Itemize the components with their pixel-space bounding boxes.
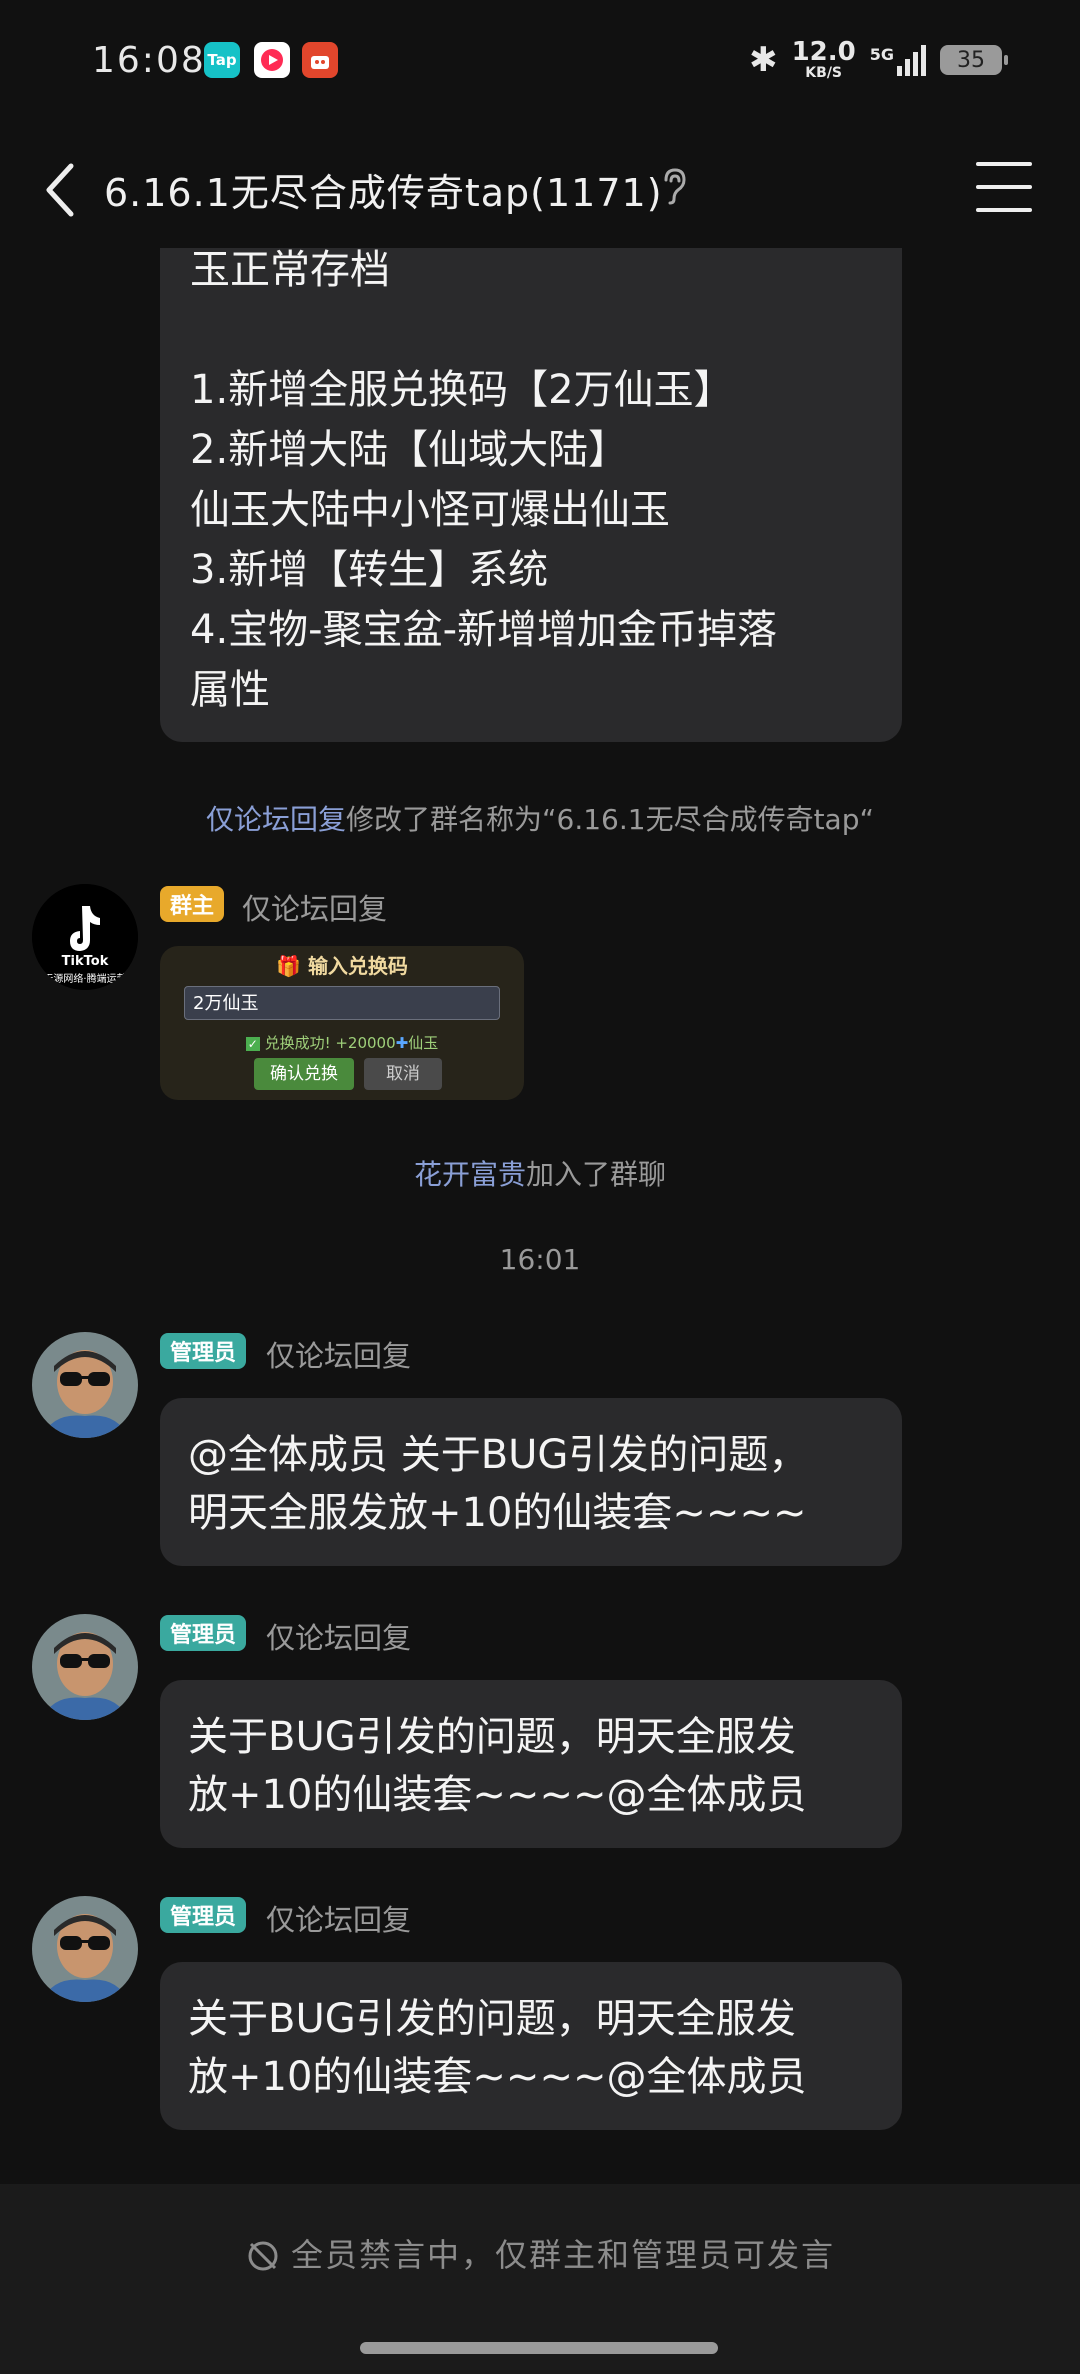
avatar-brand: TikTok — [61, 954, 109, 969]
mute-icon — [248, 2241, 278, 2271]
message-line: 放+10的仙装套~~~~@全体成员 — [188, 1772, 807, 1818]
system-message-name[interactable]: 仅论坛回复 — [206, 803, 346, 836]
chevron-left-icon — [46, 163, 74, 217]
sender-name[interactable]: 仅论坛回复 — [266, 1615, 411, 1657]
video-app-icon — [254, 42, 290, 78]
redeem-success-unit: 仙玉 — [408, 1034, 439, 1052]
admin-badge: 管理员 — [160, 1333, 247, 1369]
message-timestamp: 16:01 — [499, 1243, 581, 1276]
redeem-success-text: ✓ 兑换成功! +20000✚仙玉 — [160, 1032, 524, 1053]
redeem-success-value: 兑换成功! +20000 — [264, 1034, 396, 1052]
user-avatar-icon — [32, 1614, 138, 1720]
user-avatar-icon — [32, 1896, 138, 2002]
message-line: 仙玉大陆中小怪可爆出仙玉 — [190, 487, 670, 533]
redeem-cancel-button: 取消 — [364, 1058, 442, 1090]
menu-line — [976, 185, 1032, 189]
redeem-title: 🎁 输入兑换码 — [160, 950, 524, 979]
menu-line — [976, 208, 1032, 212]
message-bubble[interactable]: 关于BUG引发的问题，明天全服发 放+10的仙装套~~~~@全体成员 — [160, 1962, 902, 2130]
message-line: 属性 — [190, 667, 270, 713]
taptap-icon: Tap — [204, 42, 240, 78]
battery-icon: 35 — [940, 45, 1008, 75]
message-bubble[interactable]: 关于BUG引发的问题，明天全服发 放+10的仙装套~~~~@全体成员 — [160, 1680, 902, 1848]
system-message-join: 花开富贵加入了群聊 — [0, 1153, 1080, 1193]
avatar[interactable] — [32, 1614, 138, 1720]
back-button[interactable] — [30, 150, 90, 230]
message-bubble-update-notes[interactable]: 玉正常存档 1.新增全服兑换码【2万仙玉】 2.新增大陆【仙域大陆】 仙玉大陆中… — [160, 247, 902, 742]
system-message-text: 修改了群名称为“6.16.1无尽合成传奇tap“ — [346, 803, 874, 836]
system-message-name[interactable]: 花开富贵 — [414, 1158, 526, 1191]
sender-name[interactable]: 仅论坛回复 — [266, 1333, 411, 1375]
avatar[interactable]: TikTok 天源网络·腾端运营 — [32, 884, 138, 990]
avatar[interactable] — [32, 1896, 138, 2002]
status-indicators: ✱ 12.0 KB/S 5G 35 — [749, 38, 1008, 82]
sender-name[interactable]: 仅论坛回复 — [242, 886, 387, 928]
group-title[interactable]: 6.16.1无尽合成传奇tap(1171) — [104, 162, 663, 217]
redeem-code-input: 2万仙玉 — [184, 986, 500, 1020]
message-line: 4.宝物-聚宝盆-新增增加金币掉落 — [190, 607, 778, 653]
message-line: 关于BUG引发的问题，明天全服发 — [188, 1714, 796, 1760]
avatar-caption: 天源网络·腾端运营 — [43, 974, 127, 985]
menu-line — [976, 162, 1032, 166]
owner-badge: 群主 — [160, 886, 225, 922]
net-speed-value: 12.0 — [791, 37, 856, 67]
message-bubble[interactable]: @全体成员 关于BUG引发的问题， 明天全服发放+10的仙装套~~~~ — [160, 1398, 902, 1566]
menu-button[interactable] — [976, 162, 1032, 212]
sender-name[interactable]: 仅论坛回复 — [266, 1897, 411, 1939]
system-message-rename: 仅论坛回复修改了群名称为“6.16.1无尽合成传奇tap“ — [0, 798, 1080, 838]
gift-icon: 🎁 — [276, 954, 301, 978]
net-speed-unit: KB/S — [805, 65, 843, 81]
signal-5g-icon: 5G — [869, 44, 926, 76]
message-line-blank — [190, 300, 872, 360]
status-time: 16:08 — [92, 40, 206, 81]
check-icon: ✓ — [245, 1037, 260, 1051]
message-line: @全体成员 关于BUG引发的问题， — [188, 1432, 809, 1478]
mute-notice-text: 全员禁言中，仅群主和管理员可发言 — [290, 2236, 835, 2274]
shop-app-icon — [302, 42, 338, 78]
system-message-text: 加入了群聊 — [526, 1158, 667, 1191]
message-line: 关于BUG引发的问题，明天全服发 — [188, 1996, 796, 2042]
redeem-confirm-button: 确认兑换 — [254, 1058, 354, 1090]
message-line: 放+10的仙装套~~~~@全体成员 — [188, 2054, 807, 2100]
network-speed: 12.0 KB/S — [792, 39, 856, 81]
message-line: 3.新增【转生】系统 — [190, 547, 549, 593]
avatar[interactable] — [32, 1332, 138, 1438]
bluetooth-icon: ✱ — [749, 40, 778, 80]
message-line: 明天全服发放+10的仙装套~~~~ — [188, 1490, 807, 1536]
message-line: 1.新增全服兑换码【2万仙玉】 — [190, 367, 734, 413]
plus-icon: ✚ — [395, 1034, 409, 1052]
redeem-title-text: 输入兑换码 — [307, 954, 408, 978]
admin-badge: 管理员 — [160, 1897, 247, 1933]
redeem-screenshot-image[interactable]: 🎁 输入兑换码 2万仙玉 ✓ 兑换成功! +20000✚仙玉 确认兑换 取消 — [160, 946, 524, 1100]
message-line: 玉正常存档 — [190, 247, 390, 293]
user-avatar-icon — [32, 1332, 138, 1438]
mute-notice: 全员禁言中，仅群主和管理员可发言 — [0, 2230, 1080, 2276]
message-line: 2.新增大陆【仙域大陆】 — [190, 427, 629, 473]
earpiece-icon — [660, 166, 688, 215]
home-indicator[interactable] — [360, 2342, 718, 2354]
admin-badge: 管理员 — [160, 1615, 247, 1651]
network-type: 5G — [869, 44, 894, 64]
